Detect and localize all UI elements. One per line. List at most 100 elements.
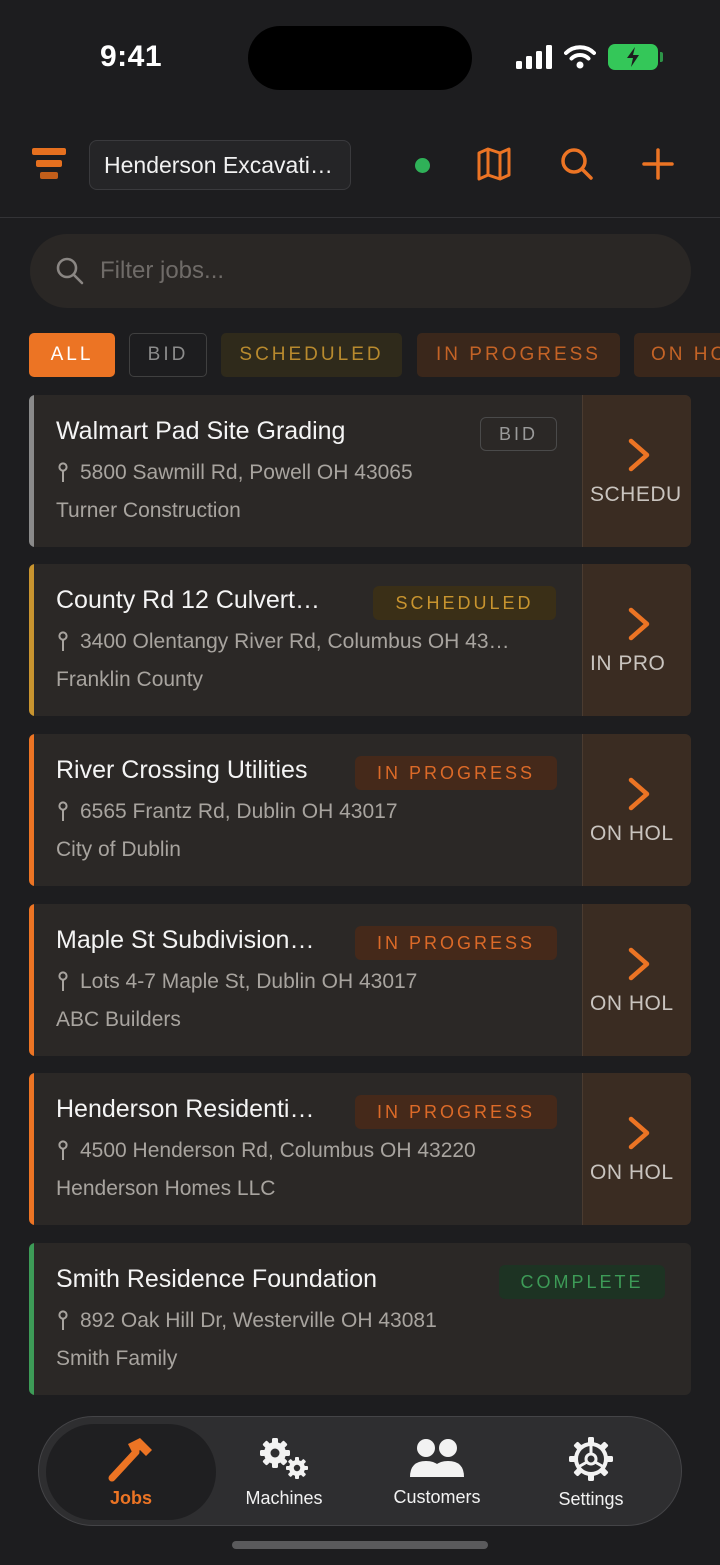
job-title: River Crossing Utilities	[56, 756, 308, 784]
job-card[interactable]: River Crossing Utilities IN PROGRESS 656…	[29, 734, 691, 886]
status-badge: COMPLETE	[499, 1265, 665, 1299]
search-icon	[561, 148, 593, 180]
tab-label: Settings	[558, 1488, 624, 1509]
wifi-icon	[564, 45, 596, 69]
home-indicator	[232, 1541, 488, 1549]
job-client: Henderson Homes LLC	[56, 1177, 276, 1200]
cellular-signal-icon	[516, 45, 552, 69]
job-client: Smith Family	[56, 1347, 178, 1370]
advance-status-button[interactable]: ON HOL	[582, 1073, 691, 1225]
job-title: Maple St Subdivision…	[56, 926, 315, 954]
status-accent-bar	[29, 1073, 34, 1225]
job-address-text: 6565 Frantz Rd, Dublin OH 43017	[80, 800, 398, 823]
chip-scheduled[interactable]: SCHEDULED	[221, 333, 402, 377]
job-title: Smith Residence Foundation	[56, 1265, 378, 1293]
plus-icon	[642, 148, 674, 180]
chip-in-progress[interactable]: IN PROGRESS	[417, 333, 620, 377]
battery-charging-icon	[608, 44, 663, 70]
tab-machines[interactable]: Machines	[214, 1424, 354, 1520]
job-title: Henderson Residenti…	[56, 1095, 315, 1123]
job-client: City of Dublin	[56, 838, 181, 861]
status-badge: BID	[480, 417, 557, 451]
app-header: Henderson Excavati…	[0, 130, 720, 218]
status-accent-bar	[29, 1243, 34, 1395]
status-time: 9:41	[100, 40, 163, 73]
job-card[interactable]: Henderson Residenti… IN PROGRESS 4500 He…	[29, 1073, 691, 1225]
status-accent-bar	[29, 395, 34, 547]
pin-icon	[58, 801, 68, 821]
chip-all[interactable]: ALL	[29, 333, 115, 377]
job-address: Lots 4-7 Maple St, Dublin OH 43017	[56, 970, 417, 994]
gear-icon	[569, 1436, 613, 1481]
status-accent-bar	[29, 564, 34, 716]
search-icon	[56, 257, 84, 285]
next-status-label: ON HOL	[590, 1161, 674, 1184]
dynamic-island	[248, 26, 472, 90]
status-accent-bar	[29, 734, 34, 886]
advance-status-button[interactable]: SCHEDU	[582, 395, 691, 547]
pin-icon	[58, 1310, 68, 1330]
next-status-label: SCHEDU	[590, 483, 682, 506]
hammer-icon	[108, 1437, 152, 1481]
chevron-right-icon	[628, 777, 650, 811]
gears-icon	[260, 1437, 308, 1479]
tab-label: Machines	[245, 1487, 323, 1508]
pin-icon	[58, 631, 68, 651]
job-address-text: 4500 Henderson Rd, Columbus OH 43220	[80, 1139, 476, 1162]
job-title: County Rd 12 Culvert…	[56, 586, 321, 614]
status-icons	[516, 44, 663, 70]
status-accent-bar	[29, 904, 34, 1056]
status-filter-chips: ALL BID SCHEDULED IN PROGRESS ON HC	[29, 333, 720, 377]
job-card[interactable]: Smith Residence Foundation COMPLETE 892 …	[29, 1243, 691, 1395]
job-address: 6565 Frantz Rd, Dublin OH 43017	[56, 800, 398, 824]
tab-jobs[interactable]: Jobs	[46, 1424, 216, 1520]
users-icon	[410, 1438, 464, 1477]
chip-on-hold[interactable]: ON HC	[634, 333, 720, 377]
job-address-text: 892 Oak Hill Dr, Westerville OH 43081	[80, 1309, 437, 1332]
pin-icon	[58, 971, 68, 991]
chevron-right-icon	[628, 1116, 650, 1150]
job-card[interactable]: Maple St Subdivision… IN PROGRESS Lots 4…	[29, 904, 691, 1056]
job-address: 5800 Sawmill Rd, Powell OH 43065	[56, 461, 413, 485]
next-status-label: IN PRO	[590, 652, 666, 675]
job-address-text: 5800 Sawmill Rd, Powell OH 43065	[80, 461, 413, 484]
chevron-right-icon	[628, 438, 650, 472]
status-badge: SCHEDULED	[373, 586, 556, 620]
advance-status-button[interactable]: ON HOL	[582, 734, 691, 886]
advance-status-button[interactable]: IN PRO	[582, 564, 691, 716]
add-job-button[interactable]	[638, 144, 678, 184]
search-button[interactable]	[557, 144, 597, 184]
pin-icon	[58, 462, 68, 482]
job-client: Turner Construction	[56, 499, 241, 522]
advance-status-button[interactable]: ON HOL	[582, 904, 691, 1056]
job-address: 892 Oak Hill Dr, Westerville OH 43081	[56, 1309, 437, 1333]
next-status-label: ON HOL	[590, 822, 674, 845]
bottom-tab-bar: Jobs Machines Customers Settings	[38, 1416, 682, 1526]
status-badge: IN PROGRESS	[355, 756, 557, 790]
job-address-text: 3400 Olentangy River Rd, Columbus OH 43…	[80, 630, 510, 653]
company-selector[interactable]: Henderson Excavati…	[89, 140, 351, 190]
job-address: 3400 Olentangy River Rd, Columbus OH 43…	[56, 630, 510, 654]
tab-label: Customers	[393, 1486, 481, 1507]
map-button[interactable]	[474, 144, 514, 184]
job-address-text: Lots 4-7 Maple St, Dublin OH 43017	[80, 970, 418, 993]
chevron-right-icon	[628, 607, 650, 641]
tab-settings[interactable]: Settings	[529, 1424, 653, 1520]
tab-label: Jobs	[109, 1487, 152, 1508]
chip-bid[interactable]: BID	[129, 333, 207, 377]
status-badge: IN PROGRESS	[355, 1095, 557, 1129]
online-status-dot	[415, 158, 430, 173]
job-client: ABC Builders	[56, 1008, 181, 1031]
filter-jobs-box	[30, 234, 691, 308]
map-icon	[477, 147, 511, 181]
job-card[interactable]: County Rd 12 Culvert… SCHEDULED 3400 Ole…	[29, 564, 691, 716]
status-badge: IN PROGRESS	[355, 926, 557, 960]
layers-menu-icon[interactable]	[30, 148, 68, 180]
next-status-label: ON HOL	[590, 992, 674, 1015]
filter-jobs-input[interactable]	[100, 257, 640, 285]
tab-customers[interactable]: Customers	[372, 1424, 502, 1520]
pin-icon	[58, 1140, 68, 1160]
job-card[interactable]: Walmart Pad Site Grading BID 5800 Sawmil…	[29, 395, 691, 547]
job-client: Franklin County	[56, 668, 204, 691]
chevron-right-icon	[628, 947, 650, 981]
